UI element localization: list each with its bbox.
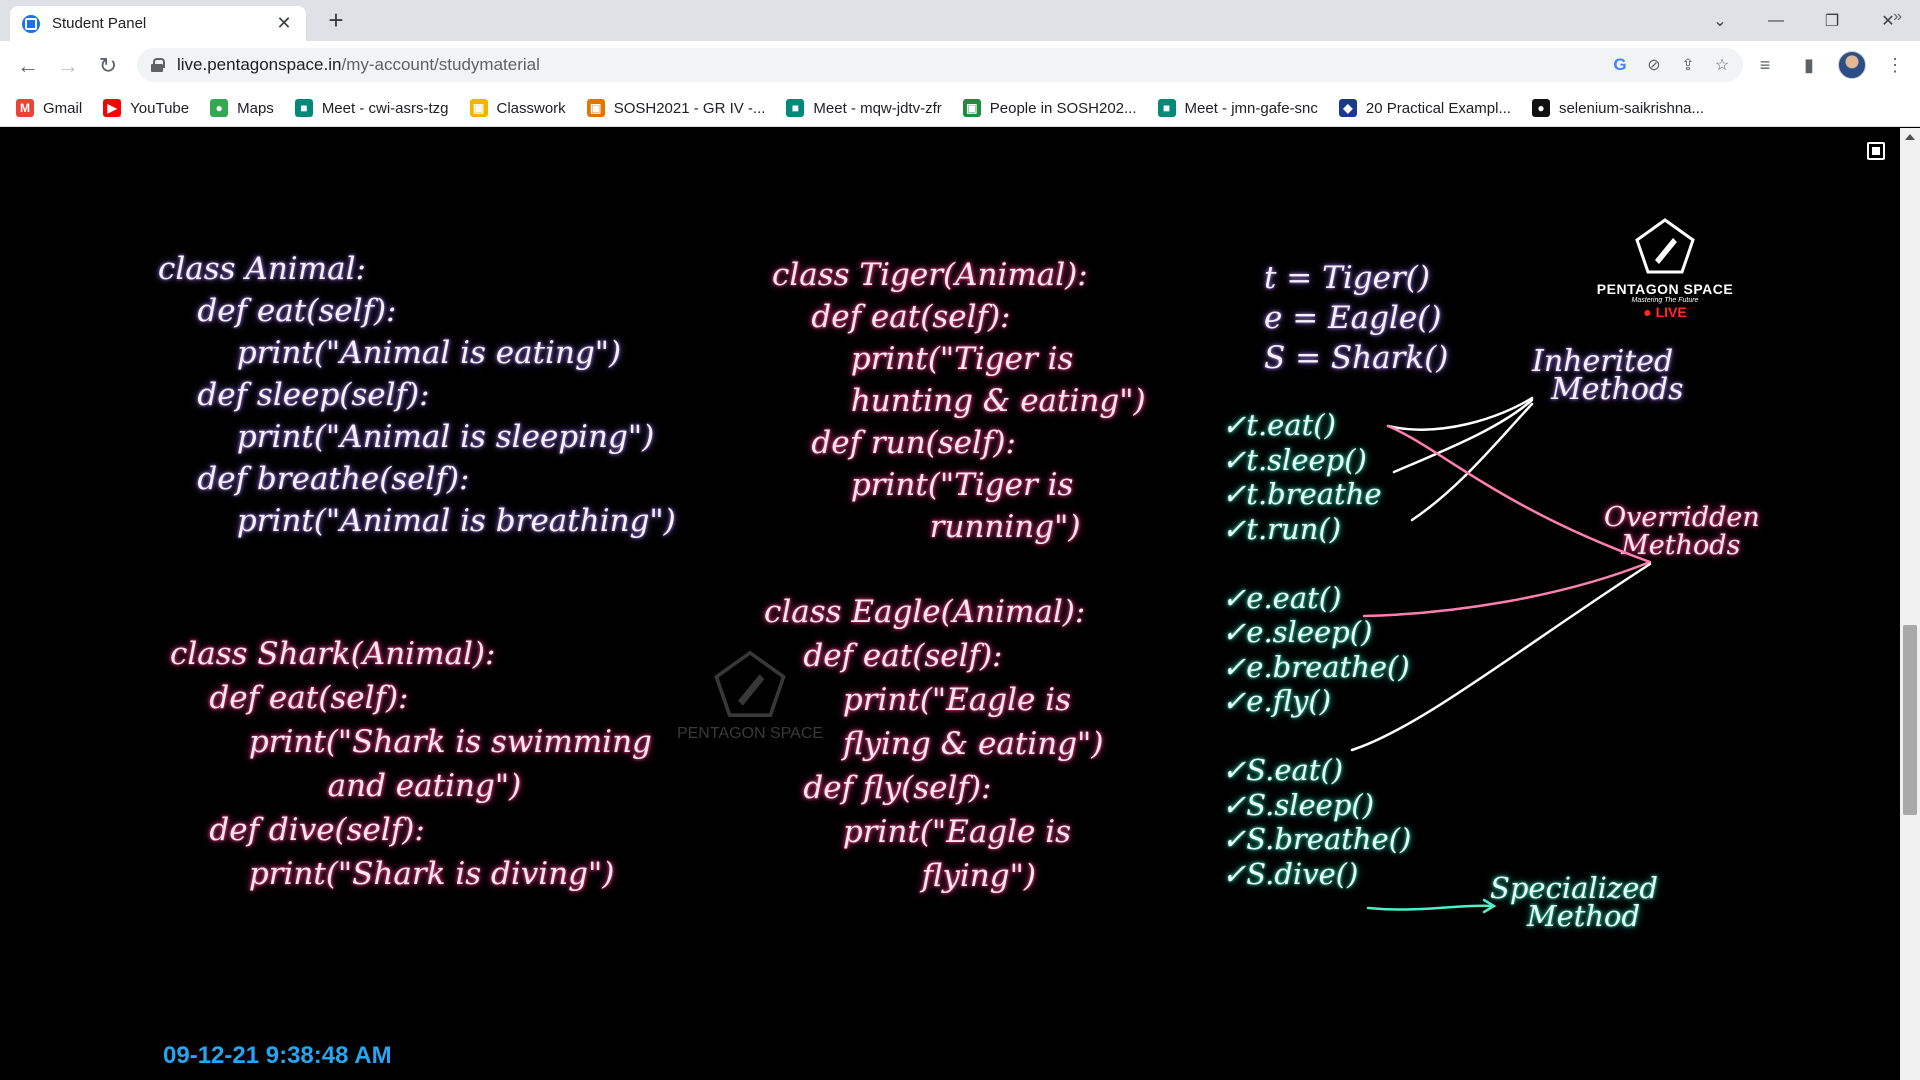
bookmark-label: Classwork — [496, 99, 566, 117]
people-icon: ▣ — [962, 99, 981, 117]
pentagon-watermark: PENTAGON SPACE — [650, 648, 850, 743]
share-icon[interactable]: ⇪ — [1677, 54, 1699, 76]
bookmark-star-icon[interactable]: ☆ — [1711, 54, 1733, 76]
scroll-up-arrow-icon[interactable] — [1905, 134, 1915, 140]
shield-icon: ◆ — [1338, 99, 1357, 117]
meet-icon: ■ — [1157, 99, 1176, 117]
tab-title: Student Panel — [52, 15, 147, 32]
url-text[interactable]: live.pentagonspace.in/my-account/studyma… — [177, 55, 540, 75]
line-t-sleep-inherited — [1392, 398, 1534, 474]
bookmark-label: People in SOSH202... — [989, 99, 1137, 117]
address-bar[interactable]: live.pentagonspace.in/my-account/studyma… — [137, 48, 1743, 82]
tab-search-icon[interactable]: ⌄ — [1692, 0, 1748, 41]
tab-strip: Student Panel ✕ + ⌄ — ❐ ✕ — [0, 0, 1920, 41]
bookmark-item[interactable]: ▣ Classwork — [469, 99, 566, 117]
back-button[interactable]: ← — [12, 50, 44, 82]
meet-icon: ■ — [294, 99, 313, 117]
bookmark-item[interactable]: ● Maps — [210, 99, 274, 117]
meet-icon: ■ — [786, 99, 805, 117]
bookmark-label: Gmail — [43, 99, 83, 117]
reload-button[interactable]: ↻ — [92, 50, 124, 82]
bookmark-item[interactable]: ■ Meet - mqw-jdtv-zfr — [786, 99, 942, 117]
video-timestamp: 09-12-21 9:38:48 AM — [163, 1042, 392, 1069]
live-badge: ● LIVE — [1643, 304, 1687, 320]
gmail-icon: M — [16, 99, 34, 117]
bookmark-label: Meet - mqw-jdtv-zfr — [813, 99, 942, 117]
close-tab-icon[interactable]: ✕ — [274, 13, 294, 34]
bookmark-item[interactable]: ■ Meet - cwi-asrs-tzg — [294, 99, 449, 117]
bookmark-label: SOSH2021 - GR IV -... — [613, 99, 766, 117]
github-icon: ● — [1531, 99, 1550, 117]
watermark-pentagon-icon — [714, 650, 786, 717]
minimize-button[interactable]: — — [1748, 0, 1804, 41]
line-t-eat-overridden — [1386, 424, 1652, 564]
page-scrollbar[interactable] — [1900, 128, 1920, 1080]
menu-kebab-icon[interactable]: ⋮ — [1880, 50, 1910, 80]
bookmark-item[interactable]: M Gmail — [16, 99, 82, 117]
line-t-eat-inherited — [1386, 396, 1534, 431]
line-s-eat-overridden — [1350, 562, 1652, 752]
bookmarks-bar: M Gmail ▶ YouTube ● Maps ■ Meet - cwi-asrs-tzg ▣… — [0, 90, 1920, 127]
forward-button[interactable]: → — [52, 50, 84, 82]
eye-off-icon[interactable]: ⊘ — [1643, 54, 1665, 76]
bookmark-item[interactable]: ● selenium-saikrishna... — [1531, 99, 1705, 117]
google-translate-icon[interactable]: G — [1609, 54, 1631, 76]
scroll-thumb[interactable] — [1903, 625, 1917, 815]
pentagon-logo-icon — [1635, 218, 1695, 274]
new-tab-button[interactable]: + — [322, 6, 350, 34]
bookmark-item[interactable]: ◆ 20 Practical Exampl... — [1338, 99, 1511, 117]
bookmark-item[interactable]: ■ Meet - jmn-gafe-snc — [1157, 99, 1318, 117]
media-control-icon[interactable]: ≡ — [1750, 50, 1780, 80]
line-t-breathe-inherited — [1410, 402, 1534, 522]
line-s-dive-specialized — [1366, 904, 1494, 911]
pentagon-space-logo: PENTAGON SPACE Mastering The Future ● LI… — [1590, 216, 1740, 320]
video-viewport: class Animal: def eat(self): print("Anim… — [0, 128, 1920, 1080]
browser-toolbar: ← → ↻ live.pentagonspace.in/my-account/s… — [0, 41, 1920, 90]
bookmark-label: Meet - jmn-gafe-snc — [1184, 99, 1318, 117]
close-window-button[interactable]: ✕ — [1860, 0, 1916, 41]
watermark-name: PENTAGON SPACE — [676, 725, 824, 742]
bookmark-label: selenium-saikrishna... — [1558, 99, 1705, 117]
side-panel-icon[interactable]: ▮ — [1794, 50, 1824, 80]
bookmark-item[interactable]: ▣ People in SOSH202... — [962, 99, 1137, 117]
classroom-icon: ▣ — [586, 99, 605, 117]
bookmark-label: Meet - cwi-asrs-tzg — [321, 99, 449, 117]
line-e-eat-overridden — [1362, 560, 1652, 618]
bookmarks-overflow-icon[interactable]: » — [1893, 8, 1902, 26]
bookmark-label: 20 Practical Exampl... — [1365, 99, 1511, 117]
maps-icon: ● — [210, 99, 229, 117]
logo-tagline: Mastering The Future — [1631, 297, 1699, 304]
lock-icon[interactable] — [151, 58, 165, 72]
pentagon-favicon-icon — [22, 14, 40, 33]
classwork-icon: ▣ — [469, 99, 488, 117]
logo-name: PENTAGON SPACE — [1596, 281, 1734, 297]
bookmark-label: Maps — [237, 99, 274, 117]
bookmark-item[interactable]: ▶ YouTube — [103, 99, 189, 117]
youtube-icon: ▶ — [103, 99, 122, 117]
bookmark-label: YouTube — [130, 99, 190, 117]
avatar[interactable] — [1838, 51, 1866, 79]
chalkboard-video[interactable]: class Animal: def eat(self): print("Anim… — [0, 128, 1900, 1080]
bookmark-item[interactable]: ▣ SOSH2021 - GR IV -... — [586, 99, 766, 117]
tab-student-panel[interactable]: Student Panel ✕ — [10, 6, 306, 41]
restore-button[interactable]: ❐ — [1804, 0, 1860, 41]
